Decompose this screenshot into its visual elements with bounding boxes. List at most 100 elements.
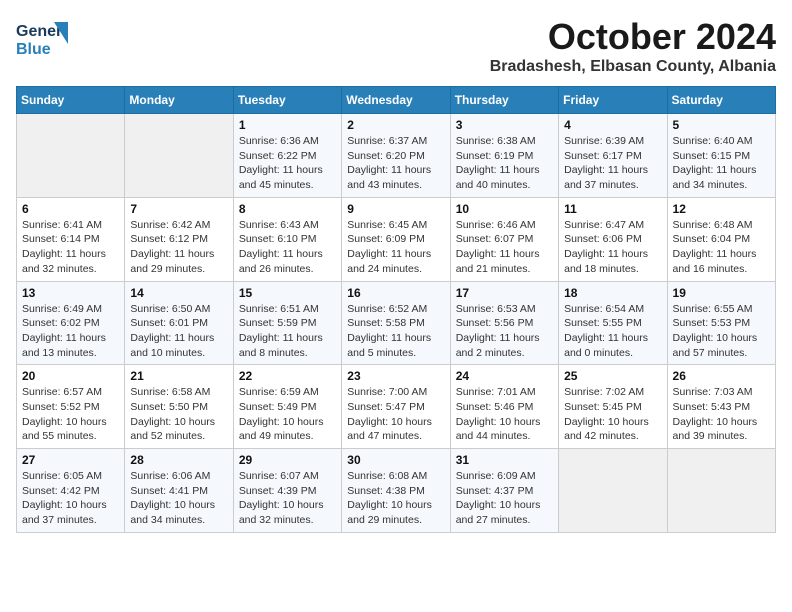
day-number: 3 xyxy=(456,118,553,132)
calendar-cell: 16 Sunrise: 6:52 AMSunset: 5:58 PMDayligh… xyxy=(342,281,450,365)
day-number: 10 xyxy=(456,202,553,216)
calendar-cell: 24 Sunrise: 7:01 AMSunset: 5:46 PMDayligh… xyxy=(450,365,558,449)
calendar-cell: 29Sunrise: 6:07 AMSunset: 4:39 PMDayligh… xyxy=(233,449,341,533)
day-number: 12 xyxy=(673,202,770,216)
day-number: 18 xyxy=(564,286,661,300)
calendar-week-4: 20 Sunrise: 6:57 AMSunset: 5:52 PMDayligh… xyxy=(17,365,776,449)
logo-icon: General Blue xyxy=(16,16,68,60)
day-number: 25 xyxy=(564,369,661,383)
day-info: Sunrise: 6:59 AMSunset: 5:49 PMDaylight:… xyxy=(239,385,336,444)
calendar-cell: 6 Sunrise: 6:41 AMSunset: 6:14 PMDaylight… xyxy=(17,197,125,281)
calendar-cell: 23 Sunrise: 7:00 AMSunset: 5:47 PMDayligh… xyxy=(342,365,450,449)
day-number: 6 xyxy=(22,202,119,216)
day-number: 20 xyxy=(22,369,119,383)
day-number: 9 xyxy=(347,202,444,216)
title-area: October 2024 Bradashesh, Elbasan County,… xyxy=(490,16,776,76)
day-number: 11 xyxy=(564,202,661,216)
day-info: Sunrise: 6:38 AMSunset: 6:19 PMDaylight:… xyxy=(456,134,553,193)
calendar-table: SundayMondayTuesdayWednesdayThursdayFrid… xyxy=(16,86,776,533)
day-info: Sunrise: 6:46 AMSunset: 6:07 PMDaylight:… xyxy=(456,218,553,277)
day-number: 2 xyxy=(347,118,444,132)
calendar-cell: 21Sunrise: 6:58 AMSunset: 5:50 PMDayligh… xyxy=(125,365,233,449)
day-info: Sunrise: 7:00 AMSunset: 5:47 PMDaylight:… xyxy=(347,385,444,444)
calendar-cell: 13 Sunrise: 6:49 AMSunset: 6:02 PMDayligh… xyxy=(17,281,125,365)
day-number: 1 xyxy=(239,118,336,132)
weekday-header-sunday: Sunday xyxy=(17,87,125,114)
calendar-cell: 7Sunrise: 6:42 AMSunset: 6:12 PMDaylight… xyxy=(125,197,233,281)
day-number: 22 xyxy=(239,369,336,383)
logo: General Blue xyxy=(16,16,68,60)
calendar-cell: 17Sunrise: 6:53 AMSunset: 5:56 PMDayligh… xyxy=(450,281,558,365)
day-info: Sunrise: 6:43 AMSunset: 6:10 PMDaylight:… xyxy=(239,218,336,277)
calendar-cell: 18 Sunrise: 6:54 AMSunset: 5:55 PMDayligh… xyxy=(559,281,667,365)
calendar-cell: 20 Sunrise: 6:57 AMSunset: 5:52 PMDayligh… xyxy=(17,365,125,449)
calendar-cell: 27Sunrise: 6:05 AMSunset: 4:42 PMDayligh… xyxy=(17,449,125,533)
day-info: Sunrise: 6:49 AMSunset: 6:02 PMDaylight:… xyxy=(22,302,119,361)
weekday-header-tuesday: Tuesday xyxy=(233,87,341,114)
calendar-cell: 26 Sunrise: 7:03 AMSunset: 5:43 PMDayligh… xyxy=(667,365,775,449)
calendar-cell xyxy=(559,449,667,533)
day-number: 31 xyxy=(456,453,553,467)
calendar-cell: 4Sunrise: 6:39 AMSunset: 6:17 PMDaylight… xyxy=(559,114,667,198)
day-number: 26 xyxy=(673,369,770,383)
day-info: Sunrise: 6:36 AMSunset: 6:22 PMDaylight:… xyxy=(239,134,336,193)
day-info: Sunrise: 6:54 AMSunset: 5:55 PMDaylight:… xyxy=(564,302,661,361)
calendar-body: 1 Sunrise: 6:36 AMSunset: 6:22 PMDaylight… xyxy=(17,114,776,533)
calendar-cell xyxy=(17,114,125,198)
calendar-cell: 15 Sunrise: 6:51 AMSunset: 5:59 PMDayligh… xyxy=(233,281,341,365)
day-number: 14 xyxy=(130,286,227,300)
day-info: Sunrise: 6:09 AMSunset: 4:37 PMDaylight:… xyxy=(456,469,553,528)
day-info: Sunrise: 6:37 AMSunset: 6:20 PMDaylight:… xyxy=(347,134,444,193)
day-number: 28 xyxy=(130,453,227,467)
day-number: 7 xyxy=(130,202,227,216)
calendar-cell: 10 Sunrise: 6:46 AMSunset: 6:07 PMDayligh… xyxy=(450,197,558,281)
calendar-cell: 3 Sunrise: 6:38 AMSunset: 6:19 PMDaylight… xyxy=(450,114,558,198)
day-number: 13 xyxy=(22,286,119,300)
day-number: 24 xyxy=(456,369,553,383)
day-number: 15 xyxy=(239,286,336,300)
day-info: Sunrise: 6:47 AMSunset: 6:06 PMDaylight:… xyxy=(564,218,661,277)
calendar-week-3: 13 Sunrise: 6:49 AMSunset: 6:02 PMDayligh… xyxy=(17,281,776,365)
calendar-week-5: 27Sunrise: 6:05 AMSunset: 4:42 PMDayligh… xyxy=(17,449,776,533)
day-info: Sunrise: 6:55 AMSunset: 5:53 PMDaylight:… xyxy=(673,302,770,361)
calendar-cell: 9 Sunrise: 6:45 AMSunset: 6:09 PMDaylight… xyxy=(342,197,450,281)
day-info: Sunrise: 6:41 AMSunset: 6:14 PMDaylight:… xyxy=(22,218,119,277)
calendar-header: SundayMondayTuesdayWednesdayThursdayFrid… xyxy=(17,87,776,114)
day-info: Sunrise: 6:06 AMSunset: 4:41 PMDaylight:… xyxy=(130,469,227,528)
calendar-cell: 25 Sunrise: 7:02 AMSunset: 5:45 PMDayligh… xyxy=(559,365,667,449)
location-title: Bradashesh, Elbasan County, Albania xyxy=(490,58,776,76)
day-info: Sunrise: 7:02 AMSunset: 5:45 PMDaylight:… xyxy=(564,385,661,444)
weekday-header-wednesday: Wednesday xyxy=(342,87,450,114)
calendar-cell: 19 Sunrise: 6:55 AMSunset: 5:53 PMDayligh… xyxy=(667,281,775,365)
day-info: Sunrise: 7:01 AMSunset: 5:46 PMDaylight:… xyxy=(456,385,553,444)
day-info: Sunrise: 6:08 AMSunset: 4:38 PMDaylight:… xyxy=(347,469,444,528)
calendar-cell: 11 Sunrise: 6:47 AMSunset: 6:06 PMDayligh… xyxy=(559,197,667,281)
day-info: Sunrise: 6:48 AMSunset: 6:04 PMDaylight:… xyxy=(673,218,770,277)
calendar-cell xyxy=(125,114,233,198)
day-number: 8 xyxy=(239,202,336,216)
day-info: Sunrise: 6:57 AMSunset: 5:52 PMDaylight:… xyxy=(22,385,119,444)
calendar-cell: 14Sunrise: 6:50 AMSunset: 6:01 PMDayligh… xyxy=(125,281,233,365)
day-number: 19 xyxy=(673,286,770,300)
day-info: Sunrise: 6:07 AMSunset: 4:39 PMDaylight:… xyxy=(239,469,336,528)
month-title: October 2024 xyxy=(490,16,776,58)
day-info: Sunrise: 7:03 AMSunset: 5:43 PMDaylight:… xyxy=(673,385,770,444)
day-number: 16 xyxy=(347,286,444,300)
day-info: Sunrise: 6:45 AMSunset: 6:09 PMDaylight:… xyxy=(347,218,444,277)
weekday-header-row: SundayMondayTuesdayWednesdayThursdayFrid… xyxy=(17,87,776,114)
day-number: 5 xyxy=(673,118,770,132)
day-info: Sunrise: 6:51 AMSunset: 5:59 PMDaylight:… xyxy=(239,302,336,361)
calendar-cell: 2 Sunrise: 6:37 AMSunset: 6:20 PMDaylight… xyxy=(342,114,450,198)
day-number: 30 xyxy=(347,453,444,467)
day-info: Sunrise: 6:53 AMSunset: 5:56 PMDaylight:… xyxy=(456,302,553,361)
calendar-cell: 12 Sunrise: 6:48 AMSunset: 6:04 PMDayligh… xyxy=(667,197,775,281)
day-info: Sunrise: 6:05 AMSunset: 4:42 PMDaylight:… xyxy=(22,469,119,528)
day-info: Sunrise: 6:52 AMSunset: 5:58 PMDaylight:… xyxy=(347,302,444,361)
calendar-cell: 31 Sunrise: 6:09 AMSunset: 4:37 PMDayligh… xyxy=(450,449,558,533)
day-number: 23 xyxy=(347,369,444,383)
calendar-cell: 28 Sunrise: 6:06 AMSunset: 4:41 PMDayligh… xyxy=(125,449,233,533)
weekday-header-thursday: Thursday xyxy=(450,87,558,114)
svg-text:Blue: Blue xyxy=(16,41,51,58)
calendar-cell: 22 Sunrise: 6:59 AMSunset: 5:49 PMDayligh… xyxy=(233,365,341,449)
calendar-cell: 8 Sunrise: 6:43 AMSunset: 6:10 PMDaylight… xyxy=(233,197,341,281)
